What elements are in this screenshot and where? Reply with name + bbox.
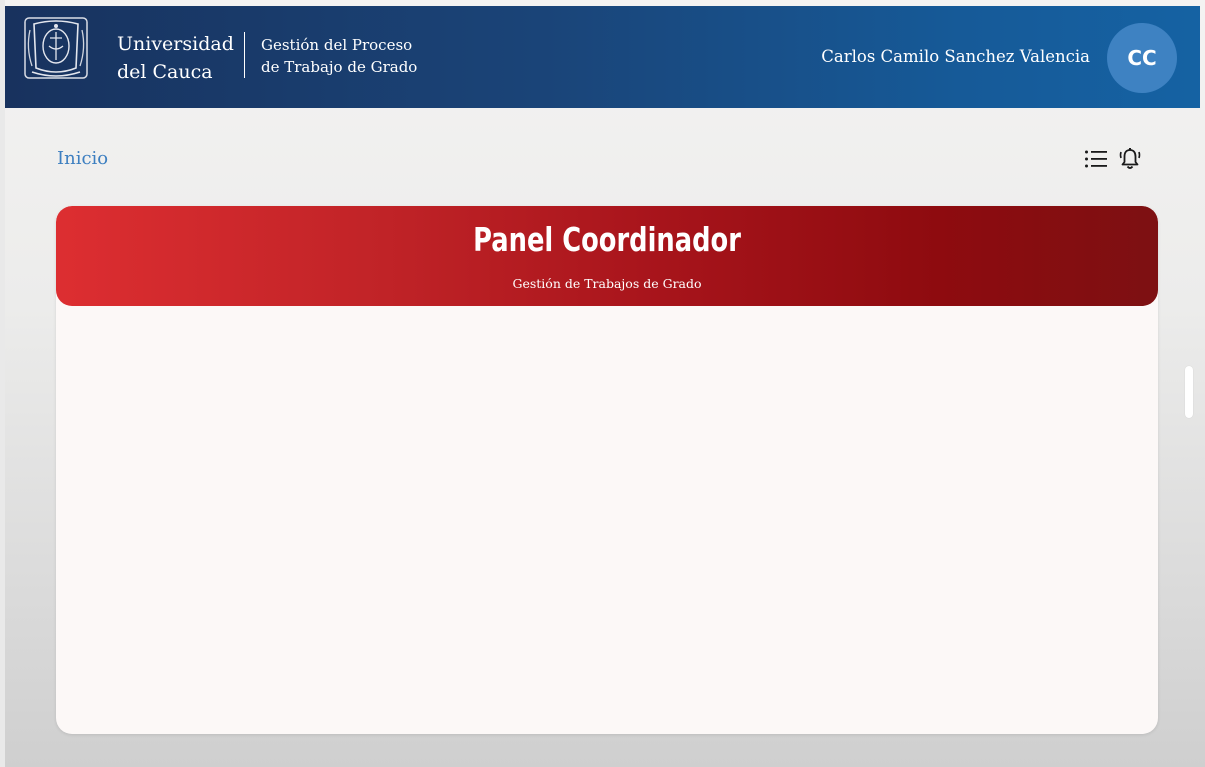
university-name-line2: del Cauca (117, 61, 213, 83)
university-seal-logo[interactable] (22, 16, 90, 80)
scrollbar-thumb[interactable] (1185, 366, 1193, 418)
list-icon[interactable] (1083, 146, 1109, 172)
panel-header: Panel Coordinador Gestión de Trabajos de… (56, 206, 1158, 306)
coordinator-panel: Panel Coordinador Gestión de Trabajos de… (56, 206, 1158, 734)
user-name: Carlos Camilo Sanchez Valencia (821, 47, 1090, 66)
app-title: Gestión del Proceso de Trabajo de Grado (261, 34, 417, 78)
panel-subtitle: Gestión de Trabajos de Grado (512, 276, 702, 291)
panel-title: Panel Coordinador (473, 220, 741, 259)
top-header-bar: Universidad del Cauca Gestión del Proces… (5, 6, 1200, 108)
university-name: Universidad del Cauca (117, 30, 234, 86)
app-title-line2: de Trabajo de Grado (261, 58, 418, 76)
bell-icon[interactable] (1117, 146, 1143, 172)
title-divider (244, 32, 245, 78)
window-edge (0, 0, 5, 767)
user-avatar[interactable]: CC (1107, 23, 1177, 93)
university-name-line1: Universidad (117, 33, 234, 55)
app-title-line1: Gestión del Proceso (261, 36, 413, 54)
toolbar (1083, 146, 1143, 172)
breadcrumb-home-link[interactable]: Inicio (57, 148, 108, 169)
